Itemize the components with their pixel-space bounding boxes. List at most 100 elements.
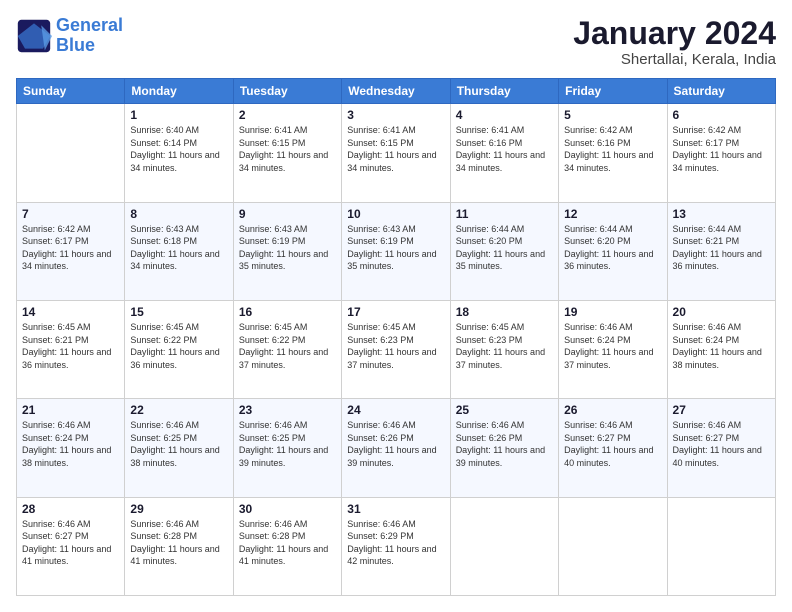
day-number: 18 — [456, 305, 553, 319]
cell-info: Sunrise: 6:46 AMSunset: 6:28 PMDaylight:… — [239, 518, 336, 568]
cell-info: Sunrise: 6:45 AMSunset: 6:23 PMDaylight:… — [456, 321, 553, 371]
title-block: January 2024 Shertallai, Kerala, India — [573, 16, 776, 68]
logo-line2: Blue — [56, 35, 95, 55]
calendar-cell: 12 Sunrise: 6:44 AMSunset: 6:20 PMDayligh… — [559, 202, 667, 300]
cell-info: Sunrise: 6:46 AMSunset: 6:25 PMDaylight:… — [239, 419, 336, 469]
day-number: 7 — [22, 207, 119, 221]
calendar-cell: 6Sunrise: 6:42 AMSunset: 6:17 PMDaylight… — [667, 104, 775, 202]
calendar-cell — [17, 104, 125, 202]
col-header-thursday: Thursday — [450, 79, 558, 104]
cell-info: Sunrise: 6:46 AMSunset: 6:27 PMDaylight:… — [673, 419, 770, 469]
cell-info: Sunrise: 6:40 AMSunset: 6:14 PMDaylight:… — [130, 124, 227, 174]
calendar-cell: 22Sunrise: 6:46 AMSunset: 6:25 PMDayligh… — [125, 399, 233, 497]
cell-info: Sunrise: 6:41 AMSunset: 6:15 PMDaylight:… — [347, 124, 444, 174]
day-number: 15 — [130, 305, 227, 319]
calendar-cell: 16 Sunrise: 6:45 AMSunset: 6:22 PMDayligh… — [233, 300, 341, 398]
day-number: 17 — [347, 305, 444, 319]
day-number: 26 — [564, 403, 661, 417]
day-number: 27 — [673, 403, 770, 417]
calendar-cell: 19Sunrise: 6:46 AMSunset: 6:24 PMDayligh… — [559, 300, 667, 398]
cell-info: Sunrise: 6:41 AMSunset: 6:15 PMDaylight:… — [239, 124, 336, 174]
cell-info: Sunrise: 6:45 AMSunset: 6:23 PMDaylight:… — [347, 321, 444, 371]
day-number: 11 — [456, 207, 553, 221]
header: General Blue January 2024 Shertallai, Ke… — [16, 16, 776, 68]
calendar-cell: 18 Sunrise: 6:45 AMSunset: 6:23 PMDayligh… — [450, 300, 558, 398]
cell-info: Sunrise: 6:46 AMSunset: 6:29 PMDaylight:… — [347, 518, 444, 568]
calendar-cell: 13 Sunrise: 6:44 AMSunset: 6:21 PMDayligh… — [667, 202, 775, 300]
cell-info: Sunrise: 6:46 AMSunset: 6:26 PMDaylight:… — [456, 419, 553, 469]
cell-info: Sunrise: 6:42 AMSunset: 6:17 PMDaylight:… — [22, 223, 119, 273]
col-header-monday: Monday — [125, 79, 233, 104]
cell-info: Sunrise: 6:44 AMSunset: 6:21 PMDaylight:… — [673, 223, 770, 273]
calendar-table: SundayMondayTuesdayWednesdayThursdayFrid… — [16, 78, 776, 596]
day-number: 2 — [239, 108, 336, 122]
calendar-cell: 11 Sunrise: 6:44 AMSunset: 6:20 PMDayligh… — [450, 202, 558, 300]
calendar-cell: 28Sunrise: 6:46 AMSunset: 6:27 PMDayligh… — [17, 497, 125, 595]
page: General Blue January 2024 Shertallai, Ke… — [0, 0, 792, 612]
day-number: 31 — [347, 502, 444, 516]
day-number: 23 — [239, 403, 336, 417]
cell-info: Sunrise: 6:46 AMSunset: 6:28 PMDaylight:… — [130, 518, 227, 568]
day-number: 19 — [564, 305, 661, 319]
calendar-cell: 14 Sunrise: 6:45 AMSunset: 6:21 PMDayligh… — [17, 300, 125, 398]
day-number: 14 — [22, 305, 119, 319]
calendar-cell: 21Sunrise: 6:46 AMSunset: 6:24 PMDayligh… — [17, 399, 125, 497]
calendar-cell: 3Sunrise: 6:41 AMSunset: 6:15 PMDaylight… — [342, 104, 450, 202]
calendar-cell: 7 Sunrise: 6:42 AMSunset: 6:17 PMDaylight… — [17, 202, 125, 300]
cell-info: Sunrise: 6:46 AMSunset: 6:26 PMDaylight:… — [347, 419, 444, 469]
col-header-tuesday: Tuesday — [233, 79, 341, 104]
calendar-cell: 24 Sunrise: 6:46 AMSunset: 6:26 PMDayligh… — [342, 399, 450, 497]
week-row-3: 21Sunrise: 6:46 AMSunset: 6:24 PMDayligh… — [17, 399, 776, 497]
calendar-cell: 2 Sunrise: 6:41 AMSunset: 6:15 PMDaylight… — [233, 104, 341, 202]
calendar-cell: 1 Sunrise: 6:40 AMSunset: 6:14 PMDaylight… — [125, 104, 233, 202]
day-number: 1 — [130, 108, 227, 122]
calendar-cell — [559, 497, 667, 595]
day-number: 28 — [22, 502, 119, 516]
logo: General Blue — [16, 16, 123, 56]
cell-info: Sunrise: 6:43 AMSunset: 6:19 PMDaylight:… — [347, 223, 444, 273]
cell-info: Sunrise: 6:45 AMSunset: 6:21 PMDaylight:… — [22, 321, 119, 371]
calendar-cell: 9Sunrise: 6:43 AMSunset: 6:19 PMDaylight… — [233, 202, 341, 300]
calendar-cell: 8 Sunrise: 6:43 AMSunset: 6:18 PMDaylight… — [125, 202, 233, 300]
calendar-cell: 25 Sunrise: 6:46 AMSunset: 6:26 PMDayligh… — [450, 399, 558, 497]
col-header-wednesday: Wednesday — [342, 79, 450, 104]
calendar-cell: 4Sunrise: 6:41 AMSunset: 6:16 PMDaylight… — [450, 104, 558, 202]
cell-info: Sunrise: 6:41 AMSunset: 6:16 PMDaylight:… — [456, 124, 553, 174]
calendar-cell — [667, 497, 775, 595]
day-number: 10 — [347, 207, 444, 221]
day-number: 5 — [564, 108, 661, 122]
week-row-4: 28Sunrise: 6:46 AMSunset: 6:27 PMDayligh… — [17, 497, 776, 595]
cell-info: Sunrise: 6:43 AMSunset: 6:19 PMDaylight:… — [239, 223, 336, 273]
day-number: 16 — [239, 305, 336, 319]
cell-info: Sunrise: 6:45 AMSunset: 6:22 PMDaylight:… — [239, 321, 336, 371]
subtitle: Shertallai, Kerala, India — [573, 51, 776, 68]
col-header-friday: Friday — [559, 79, 667, 104]
day-number: 20 — [673, 305, 770, 319]
day-number: 30 — [239, 502, 336, 516]
calendar-cell: 31 Sunrise: 6:46 AMSunset: 6:29 PMDayligh… — [342, 497, 450, 595]
calendar-cell: 23 Sunrise: 6:46 AMSunset: 6:25 PMDayligh… — [233, 399, 341, 497]
cell-info: Sunrise: 6:44 AMSunset: 6:20 PMDaylight:… — [456, 223, 553, 273]
calendar-cell: 26 Sunrise: 6:46 AMSunset: 6:27 PMDayligh… — [559, 399, 667, 497]
day-number: 13 — [673, 207, 770, 221]
day-number: 8 — [130, 207, 227, 221]
calendar-cell: 27 Sunrise: 6:46 AMSunset: 6:27 PMDayligh… — [667, 399, 775, 497]
calendar-cell: 5Sunrise: 6:42 AMSunset: 6:16 PMDaylight… — [559, 104, 667, 202]
logo-icon — [16, 18, 52, 54]
calendar-cell: 17 Sunrise: 6:45 AMSunset: 6:23 PMDayligh… — [342, 300, 450, 398]
cell-info: Sunrise: 6:46 AMSunset: 6:25 PMDaylight:… — [130, 419, 227, 469]
day-number: 6 — [673, 108, 770, 122]
day-number: 25 — [456, 403, 553, 417]
day-number: 12 — [564, 207, 661, 221]
day-number: 24 — [347, 403, 444, 417]
cell-info: Sunrise: 6:46 AMSunset: 6:24 PMDaylight:… — [673, 321, 770, 371]
cell-info: Sunrise: 6:44 AMSunset: 6:20 PMDaylight:… — [564, 223, 661, 273]
week-row-0: 1 Sunrise: 6:40 AMSunset: 6:14 PMDaylight… — [17, 104, 776, 202]
col-header-sunday: Sunday — [17, 79, 125, 104]
calendar-cell — [450, 497, 558, 595]
cell-info: Sunrise: 6:46 AMSunset: 6:27 PMDaylight:… — [564, 419, 661, 469]
calendar-cell: 29Sunrise: 6:46 AMSunset: 6:28 PMDayligh… — [125, 497, 233, 595]
cell-info: Sunrise: 6:43 AMSunset: 6:18 PMDaylight:… — [130, 223, 227, 273]
day-number: 21 — [22, 403, 119, 417]
logo-line1: General — [56, 15, 123, 35]
